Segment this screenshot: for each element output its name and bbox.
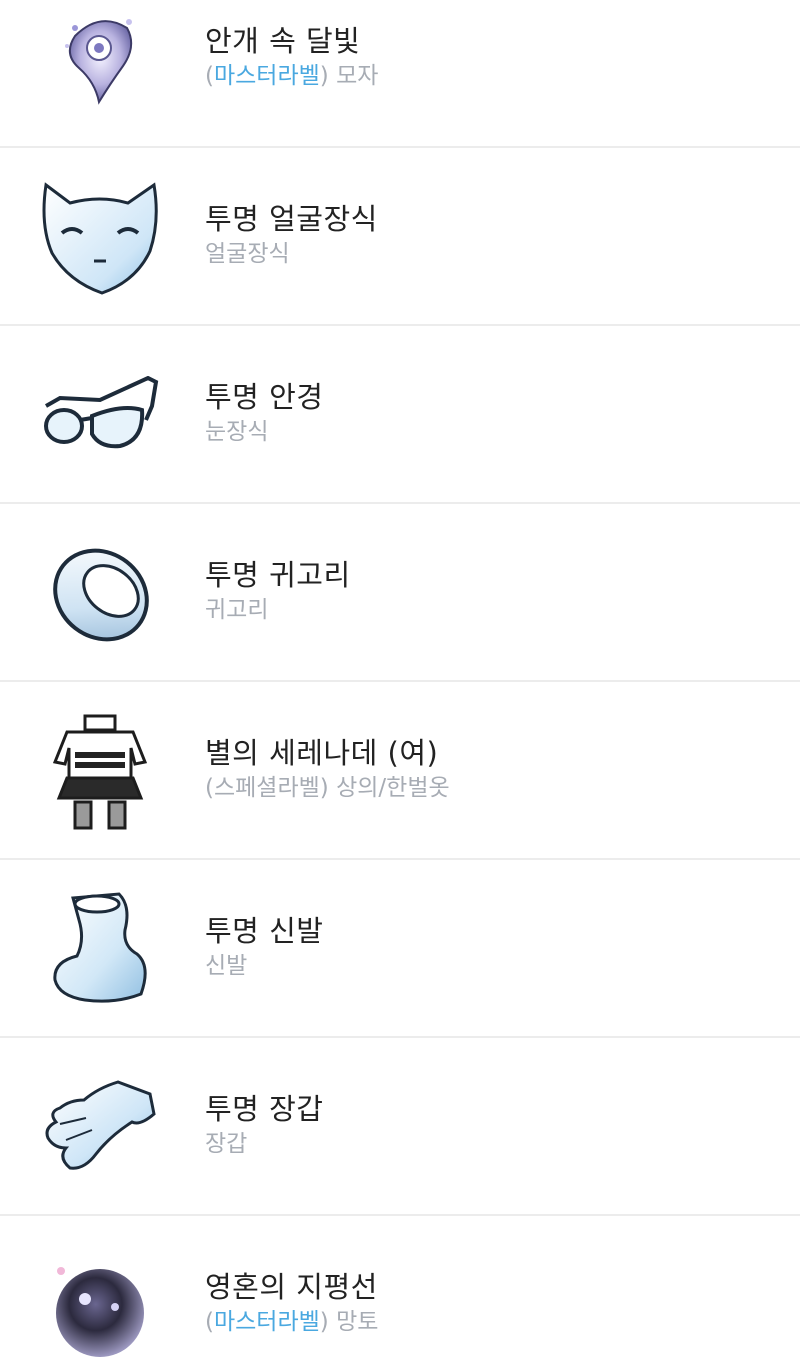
item-subtitle: (마스터라벨) 망토 (205, 1306, 378, 1338)
item-category: 신발 (205, 953, 248, 979)
item-category: 장갑 (205, 1131, 248, 1157)
shoe-icon (40, 890, 160, 1010)
item-name: 투명 장갑 (205, 1092, 324, 1126)
moonlight-hat-icon (40, 0, 160, 116)
item-category: 상의/한벌옷 (328, 775, 450, 801)
item-subtitle: (스페셜라벨) 상의/한벌옷 (205, 772, 450, 804)
mask-icon (40, 178, 160, 298)
master-label: 마스터라벨 (213, 1309, 320, 1335)
item-category: 귀고리 (205, 597, 269, 623)
item-category: 망토 (328, 1309, 379, 1335)
master-label: 마스터라벨 (213, 63, 320, 89)
glasses-icon (40, 356, 160, 476)
label-close-paren: ) (319, 63, 329, 89)
item-name: 안개 속 달빛 (205, 24, 361, 58)
item-subtitle: 얼굴장식 (205, 238, 378, 270)
label-open-paren: ( (205, 63, 214, 89)
item-name: 투명 안경 (205, 380, 324, 414)
item-name: 별의 세레나데 (여) (205, 736, 439, 770)
label-open-paren: ( (205, 775, 214, 801)
soul-orb-icon (40, 1246, 160, 1366)
item-subtitle: (마스터라벨) 모자 (205, 60, 378, 92)
label-close-paren: ) (319, 775, 329, 801)
ring-earring-icon (40, 534, 160, 654)
label-open-paren: ( (205, 1309, 214, 1335)
item-name: 투명 귀고리 (205, 558, 351, 592)
label-close-paren: ) (319, 1309, 329, 1335)
item-subtitle: 장갑 (205, 1128, 323, 1160)
list-item[interactable]: 안개 속 달빛 (마스터라벨) 모자 (0, 0, 800, 148)
list-item[interactable]: 투명 얼굴장식 얼굴장식 (0, 148, 800, 326)
list-item[interactable]: 영혼의 지평선 (마스터라벨) 망토 (0, 1216, 800, 1357)
glove-icon (40, 1068, 160, 1188)
list-item[interactable]: 투명 귀고리 귀고리 (0, 504, 800, 682)
item-name: 투명 신발 (205, 914, 324, 948)
list-item[interactable]: 투명 장갑 장갑 (0, 1038, 800, 1216)
item-list: 안개 속 달빛 (마스터라벨) 모자 투명 얼굴장식 얼굴장식 투명 안경 눈장… (0, 0, 800, 1357)
item-category: 눈장식 (205, 419, 269, 445)
list-item[interactable]: 투명 신발 신발 (0, 860, 800, 1038)
item-name: 투명 얼굴장식 (205, 202, 378, 236)
item-subtitle: 신발 (205, 950, 323, 982)
item-subtitle: 눈장식 (205, 416, 323, 448)
list-item[interactable]: 투명 안경 눈장식 (0, 326, 800, 504)
item-name: 영혼의 지평선 (205, 1270, 378, 1304)
item-subtitle: 귀고리 (205, 594, 351, 626)
item-category: 얼굴장식 (205, 241, 290, 267)
list-item[interactable]: 별의 세레나데 (여) (스페셜라벨) 상의/한벌옷 (0, 682, 800, 860)
item-category: 모자 (328, 63, 379, 89)
outfit-icon (40, 712, 160, 832)
special-label: 스페셜라벨 (213, 775, 320, 801)
